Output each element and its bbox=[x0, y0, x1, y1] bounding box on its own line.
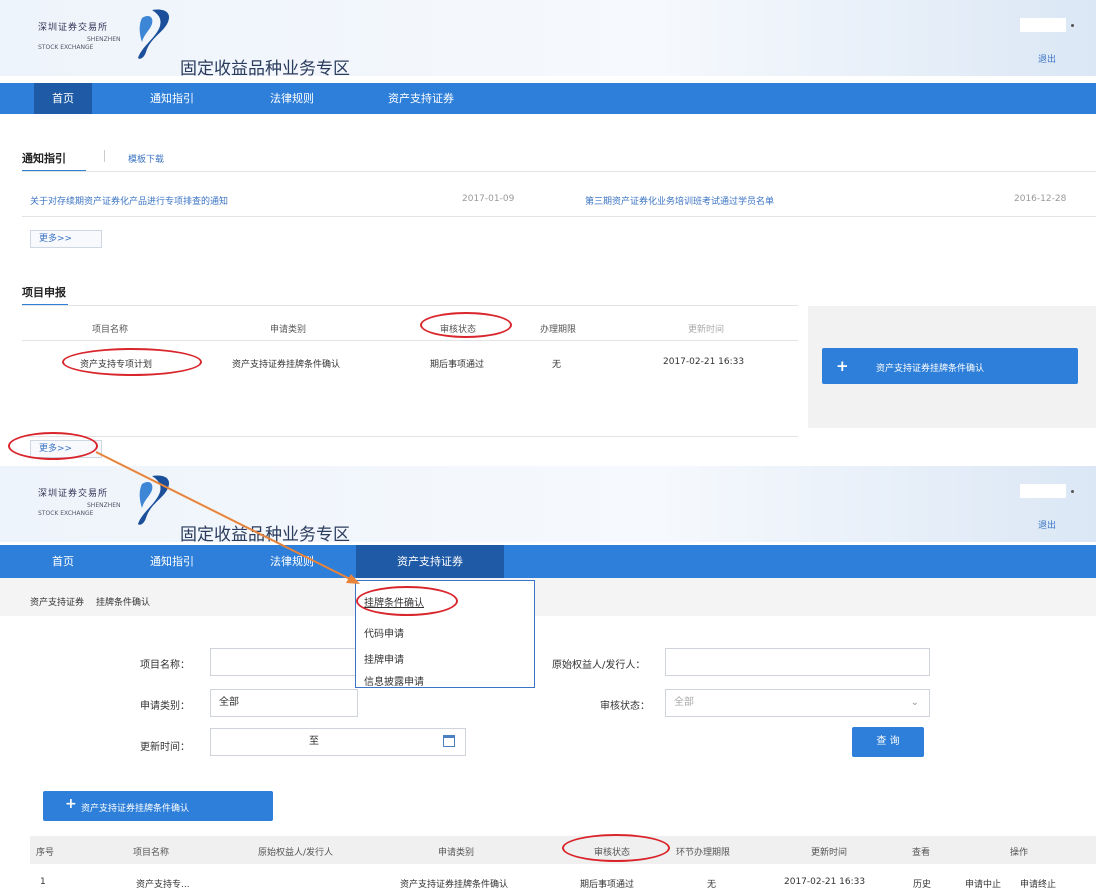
annotation-arrow-icon bbox=[95, 451, 360, 584]
